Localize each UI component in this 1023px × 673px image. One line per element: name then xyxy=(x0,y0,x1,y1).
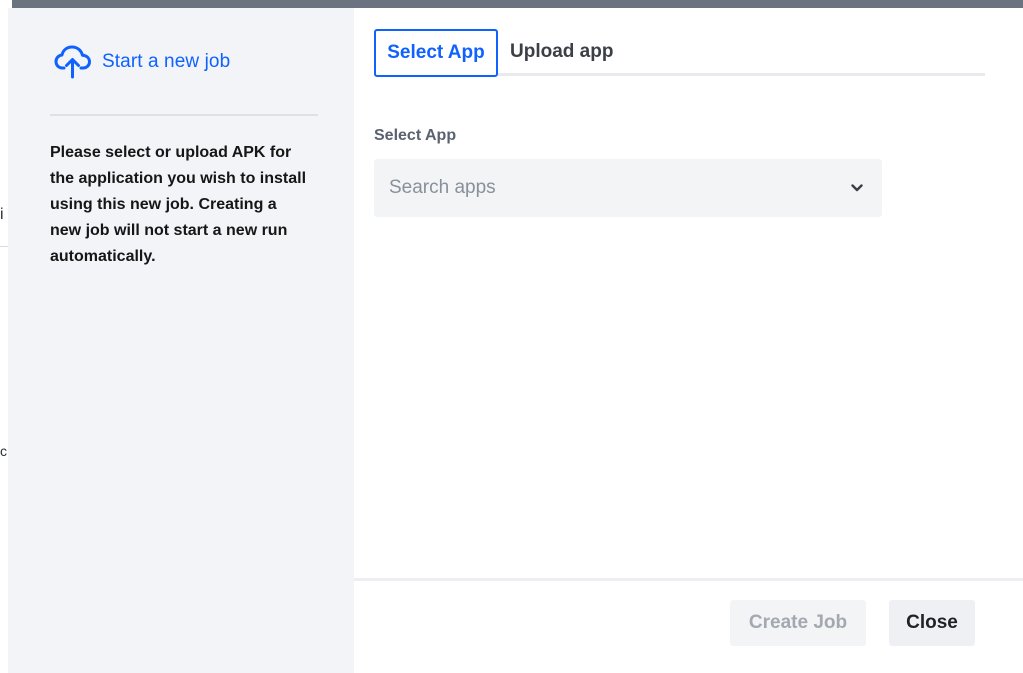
modal-main: Select App Upload app Select App Search … xyxy=(354,8,1023,673)
search-apps-placeholder: Search apps xyxy=(389,177,496,198)
cloud-upload-icon xyxy=(54,42,94,82)
chevron-down-icon xyxy=(850,181,864,195)
modal-title: Start a new job xyxy=(102,51,231,72)
create-job-button[interactable]: Create Job xyxy=(730,600,866,646)
sidebar-header: Start a new job xyxy=(50,8,318,116)
tab-upload-app[interactable]: Upload app xyxy=(498,28,613,76)
select-app-label: Select App xyxy=(374,127,457,144)
modal-footer: Create Job Close xyxy=(354,578,1023,673)
background-text-fragment: i xyxy=(0,206,4,223)
new-job-modal: Start a new job Please select or upload … xyxy=(8,8,1023,673)
modal-description: Please select or upload APK for the appl… xyxy=(50,144,307,265)
close-button[interactable]: Close xyxy=(889,600,975,646)
tab-bar: Select App Upload app xyxy=(374,28,985,77)
background-text-fragment: c xyxy=(0,443,7,459)
search-apps-dropdown[interactable]: Search apps xyxy=(374,159,882,217)
modal-sidebar: Start a new job Please select or upload … xyxy=(8,8,354,673)
tab-select-app[interactable]: Select App xyxy=(374,29,498,77)
